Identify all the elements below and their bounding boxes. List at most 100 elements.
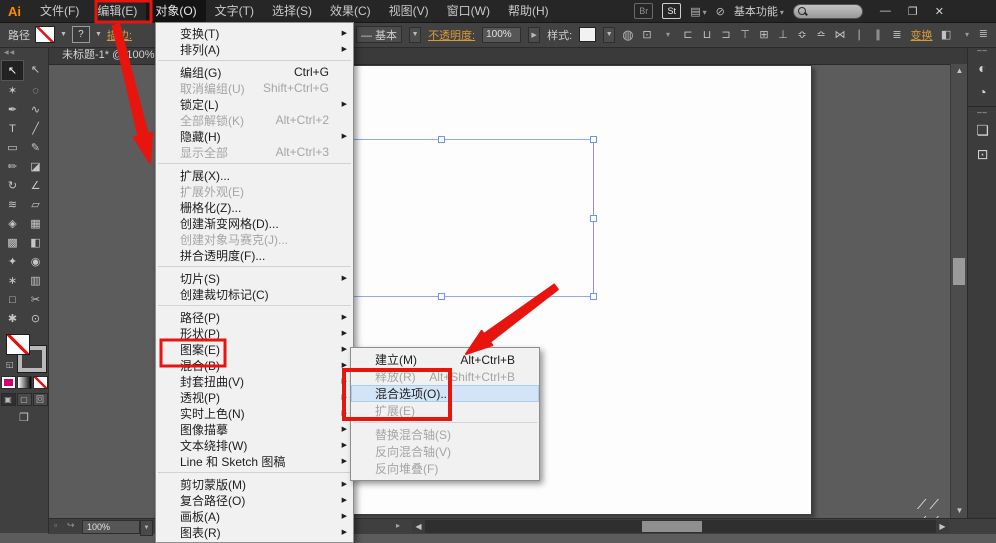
object-menu-item-23[interactable]: 实时上色(N)▶ xyxy=(156,405,353,421)
menu-bar-item-9[interactable]: 帮助(H) xyxy=(499,0,558,22)
align-target-dropdown[interactable]: ⊡▾ xyxy=(641,28,675,41)
brush-dropdown-icon[interactable]: ▼ xyxy=(409,27,421,43)
zoom-dropdown-icon[interactable]: ▼ xyxy=(140,520,153,536)
anchor-point[interactable] xyxy=(590,136,597,143)
object-menu-item-27[interactable]: 剪切蒙版(M)▶ xyxy=(156,476,353,492)
share-icon[interactable]: ⊘ xyxy=(716,5,725,18)
curvature-tool[interactable]: ∿ xyxy=(24,100,47,119)
draw-normal-button[interactable]: ▣ xyxy=(1,393,16,406)
menu-bar-item-1[interactable]: 文件(F) xyxy=(31,0,88,22)
column-graph-tool[interactable]: ▥ xyxy=(24,271,47,290)
fill-swatch[interactable] xyxy=(35,26,55,43)
stroke-link[interactable]: 描边: xyxy=(107,27,132,43)
object-menu-item-30[interactable]: 图表(R)▶ xyxy=(156,524,353,540)
type-tool[interactable]: T xyxy=(1,119,24,138)
blend-submenu-item-3[interactable]: 混合选项(O)... xyxy=(351,385,539,402)
tools-collapse-button[interactable]: ◀◀ xyxy=(0,47,48,60)
align-icon-10[interactable]: ∣ xyxy=(853,28,866,41)
align-icon-1[interactable]: ⊏ xyxy=(682,28,695,41)
menu-bar-item-8[interactable]: 窗口(W) xyxy=(438,0,499,22)
line-segment-tool[interactable]: ╱ xyxy=(24,119,47,138)
menu-bar-item-6[interactable]: 效果(C) xyxy=(321,0,380,22)
anchor-point[interactable] xyxy=(590,293,597,300)
align-icon-6[interactable]: ⊥ xyxy=(777,28,790,41)
draw-inside-button[interactable]: 回 xyxy=(33,393,48,406)
anchor-point[interactable] xyxy=(438,293,445,300)
horizontal-scroll-thumb[interactable] xyxy=(642,521,702,532)
slice-tool[interactable]: ✂ xyxy=(24,290,47,309)
bridge-button[interactable]: Br xyxy=(634,3,653,19)
rectangle-tool[interactable]: ▭ xyxy=(1,138,24,157)
stroke-swatch[interactable]: ? xyxy=(72,26,90,43)
object-menu-item-14[interactable]: 拼合透明度(F)... xyxy=(156,247,353,263)
stock-button[interactable]: St xyxy=(662,3,681,19)
scroll-left-icon[interactable]: ◀ xyxy=(412,520,425,533)
perspective-grid-tool[interactable]: ▦ xyxy=(24,214,47,233)
scroll-right-icon[interactable]: ▶ xyxy=(936,520,949,533)
search-input[interactable] xyxy=(793,4,863,19)
artboards-panel-icon[interactable]: ⊡ xyxy=(968,142,996,166)
align-icon-5[interactable]: ⊞ xyxy=(758,28,771,41)
object-menu-item-26[interactable]: Line 和 Sketch 图稿▶ xyxy=(156,453,353,469)
dock-grip[interactable]: ━━ xyxy=(968,109,996,118)
stroke-dropdown-icon[interactable]: ▼ xyxy=(95,31,102,38)
lasso-tool[interactable]: ◌ xyxy=(24,81,47,100)
free-transform-tool[interactable]: ▱ xyxy=(24,195,47,214)
minimize-button[interactable]: — xyxy=(880,5,891,17)
menu-bar-item-7[interactable]: 视图(V) xyxy=(380,0,438,22)
swap-fill-stroke-icon[interactable]: ◱ xyxy=(6,360,14,369)
fill-color-well[interactable] xyxy=(6,334,30,355)
object-menu-item-17[interactable]: 路径(P)▶ xyxy=(156,309,353,325)
object-menu-item-11[interactable]: 栅格化(Z)... xyxy=(156,199,353,215)
align-icon-2[interactable]: ⊔ xyxy=(701,28,714,41)
blend-tool[interactable]: ◉ xyxy=(24,252,47,271)
pen-tool[interactable]: ✒ xyxy=(1,100,24,119)
vertical-scroll-thumb[interactable] xyxy=(953,258,965,285)
shape-builder-tool[interactable]: ◈ xyxy=(1,214,24,233)
object-menu-item-21[interactable]: 封套扭曲(V)▶ xyxy=(156,373,353,389)
gradient-tool[interactable]: ◧ xyxy=(24,233,47,252)
arrange-documents-icon[interactable]: ▤▾ xyxy=(690,5,706,18)
align-icon-7[interactable]: ≎ xyxy=(796,28,809,41)
zoom-tool[interactable]: ⊙ xyxy=(24,309,47,328)
magic-wand-tool[interactable]: ✶ xyxy=(1,81,24,100)
object-menu-item-16[interactable]: 创建裁切标记(C) xyxy=(156,286,353,302)
dock-grip[interactable]: ━━ xyxy=(968,47,996,56)
scale-tool[interactable]: ∠ xyxy=(24,176,47,195)
object-menu-item-7[interactable]: 隐藏(H)▶ xyxy=(156,128,353,144)
document-tab[interactable]: 未标题-1* @ 100% (R xyxy=(48,49,169,61)
symbol-sprayer-tool[interactable]: ∗ xyxy=(1,271,24,290)
object-menu-item-2[interactable]: 排列(A)▶ xyxy=(156,41,353,57)
panel-toggle-icon[interactable]: ≣ xyxy=(979,27,988,40)
workspace-switcher[interactable]: 基本功能▾ xyxy=(734,3,784,19)
zoom-level-field[interactable]: 100% xyxy=(82,520,140,534)
artboard-tool[interactable]: □ xyxy=(1,290,24,309)
none-button[interactable] xyxy=(33,376,48,389)
export-icon[interactable]: ↪ xyxy=(67,520,75,531)
fill-dropdown-icon[interactable]: ▼ xyxy=(60,31,67,38)
swatches-panel-icon[interactable]: ◔ xyxy=(968,80,996,104)
object-menu-item-3[interactable]: 编组(G)Ctrl+G xyxy=(156,64,353,80)
recolor-artwork-icon[interactable]: ◍ xyxy=(622,27,633,43)
color-panel-icon[interactable]: ◐ xyxy=(968,56,996,80)
object-menu-item-22[interactable]: 透视(P)▶ xyxy=(156,389,353,405)
object-menu-item-18[interactable]: 形状(P)▶ xyxy=(156,325,353,341)
anchor-point[interactable] xyxy=(438,136,445,143)
screen-mode-button[interactable]: ❒ xyxy=(0,411,48,424)
restore-button[interactable]: ❐ xyxy=(908,5,918,18)
opacity-value[interactable]: 100% xyxy=(482,27,521,43)
scroll-up-icon[interactable]: ▲ xyxy=(951,64,968,78)
transform-link[interactable]: 变换 xyxy=(911,27,933,43)
object-menu-item-12[interactable]: 创建渐变网格(D)... xyxy=(156,215,353,231)
scroll-down-icon[interactable]: ▼ xyxy=(951,504,968,518)
align-icon-3[interactable]: ⊐ xyxy=(720,28,733,41)
color-button[interactable] xyxy=(1,376,16,389)
object-menu-item-25[interactable]: 文本绕排(W)▶ xyxy=(156,437,353,453)
object-menu-item-29[interactable]: 画板(A)▶ xyxy=(156,508,353,524)
pencil-tool[interactable]: ✏ xyxy=(1,157,24,176)
opacity-link[interactable]: 不透明度: xyxy=(428,27,475,43)
eyedropper-tool[interactable]: ✦ xyxy=(1,252,24,271)
menu-bar-item-2[interactable]: 编辑(E) xyxy=(88,0,146,22)
opacity-dropdown-icon[interactable]: ▶ xyxy=(528,27,540,43)
align-icon-9[interactable]: ⋈ xyxy=(834,28,847,41)
